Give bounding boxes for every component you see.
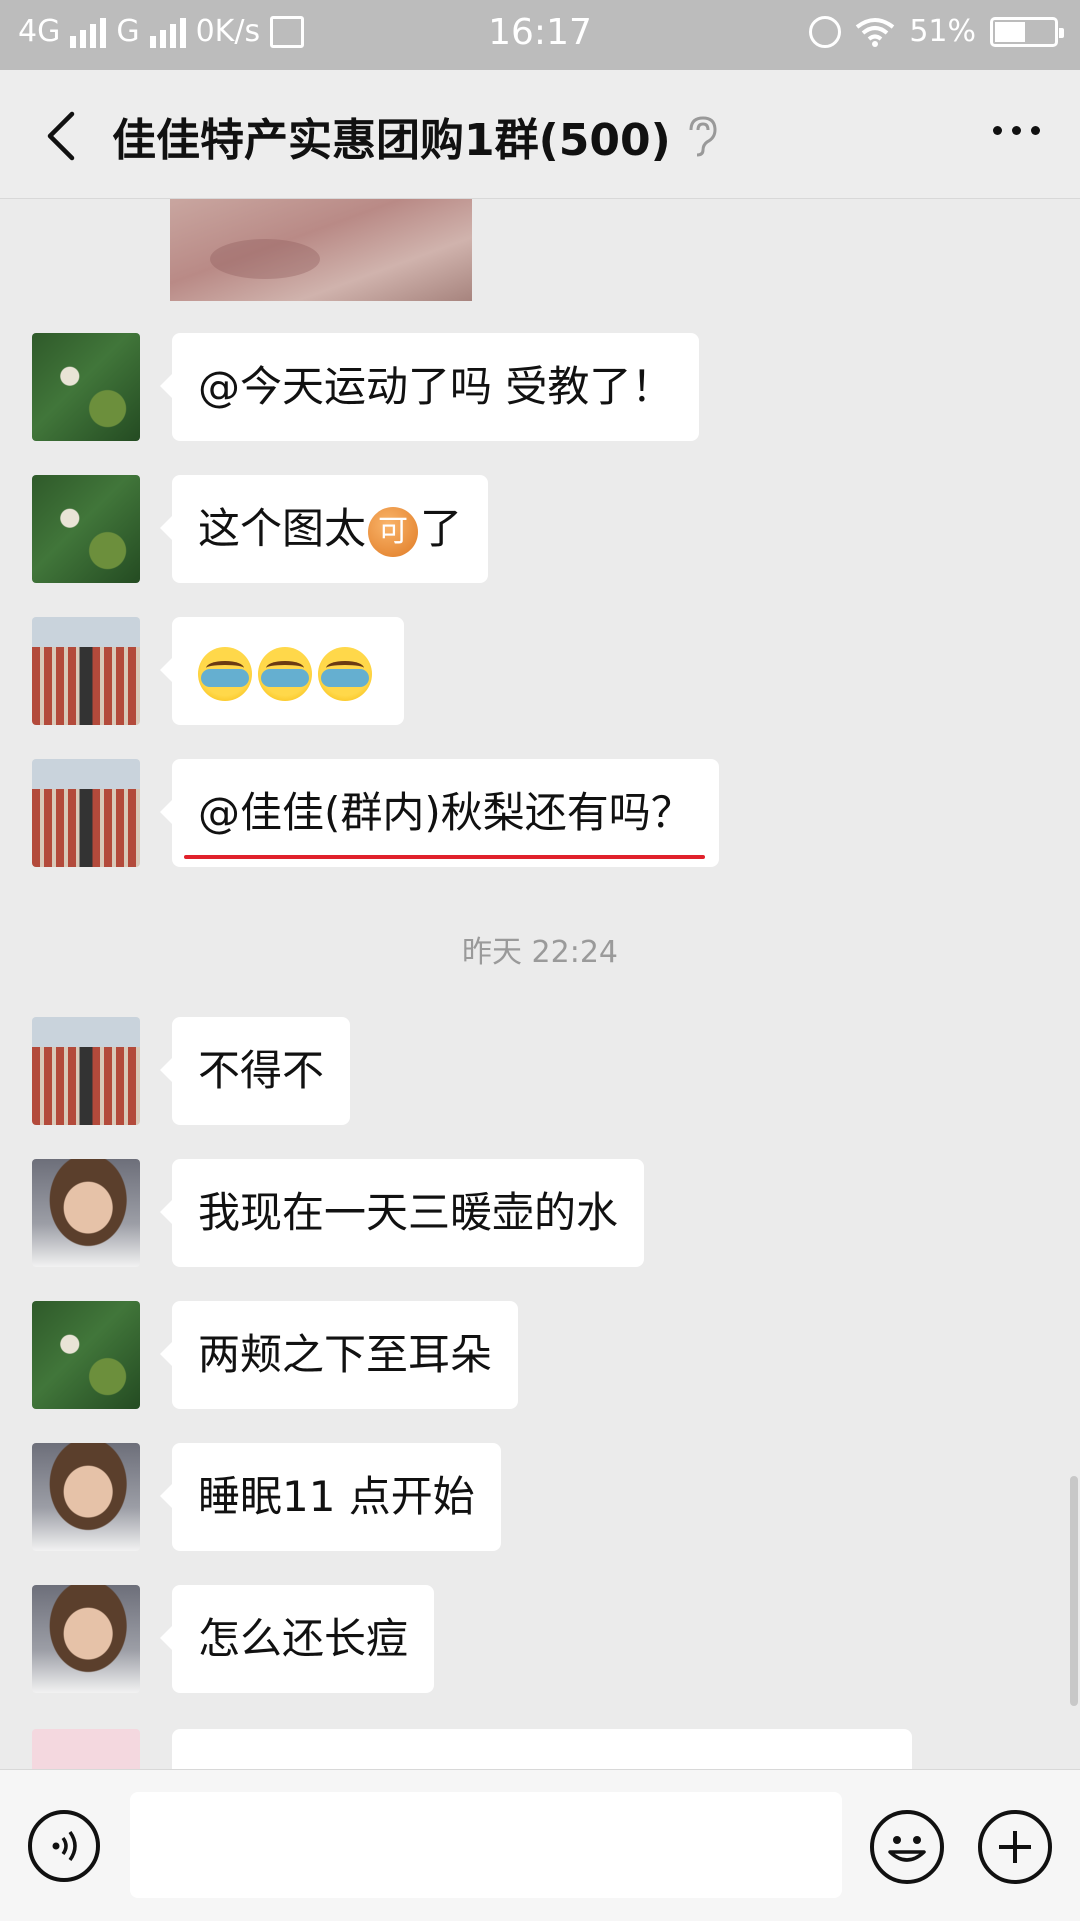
message-text: 不得不 bbox=[198, 1046, 325, 1095]
message-bubble[interactable]: 怎么还长痘 bbox=[159, 1585, 435, 1693]
avatar[interactable] bbox=[32, 1585, 140, 1693]
title-wrap: 佳佳特产实惠团购1群(500) bbox=[112, 104, 719, 168]
back-arrow-icon[interactable] bbox=[36, 106, 86, 166]
avatar[interactable] bbox=[32, 475, 140, 583]
alarm-icon bbox=[809, 15, 842, 48]
message-text: 两颊之下至耳朵 bbox=[198, 1330, 493, 1379]
avatar[interactable] bbox=[32, 333, 140, 441]
message-text: 我现在一天三暖壶的水 bbox=[198, 1188, 619, 1237]
message-text-after: 了 bbox=[420, 504, 463, 553]
chat-title: 佳佳特产实惠团购1群(500) bbox=[112, 115, 671, 166]
shared-image-message[interactable] bbox=[170, 199, 472, 301]
plus-icon[interactable] bbox=[978, 1810, 1052, 1884]
voice-input-icon[interactable] bbox=[28, 1810, 100, 1882]
emoji-icon[interactable] bbox=[870, 1810, 944, 1884]
scrollbar[interactable] bbox=[1070, 1476, 1078, 1706]
red-underline-annotation bbox=[184, 855, 705, 859]
message-bubble[interactable] bbox=[160, 617, 404, 725]
battery-fill bbox=[995, 21, 1025, 42]
status-bar: 4G G 0K/s 16:17 51% bbox=[0, 0, 1080, 70]
message-text: @今天运动了吗 受教了！ bbox=[198, 362, 674, 411]
chat-header: 佳佳特产实惠团购1群(500) bbox=[0, 70, 1080, 199]
battery-percent: 51% bbox=[909, 14, 976, 49]
avatar[interactable] bbox=[32, 1159, 140, 1267]
avatar[interactable] bbox=[32, 1301, 140, 1409]
crying-laughing-emoji-icon bbox=[318, 646, 372, 701]
message-list[interactable]: @今天运动了吗 受教了！ 这个图太可了 @佳佳(群内)秋梨还有吗？ 昨天 22:… bbox=[0, 199, 1080, 1769]
message-bubble[interactable]: @佳佳(群内)秋梨还有吗？ bbox=[160, 759, 719, 867]
message-bubble[interactable]: 两颊之下至耳朵 bbox=[159, 1301, 519, 1409]
message-text: 怎么还长痘 bbox=[198, 1614, 409, 1663]
avatar[interactable] bbox=[32, 759, 140, 867]
input-bar bbox=[0, 1769, 1080, 1921]
message-text: @佳佳(群内)秋梨还有吗？ bbox=[198, 788, 693, 837]
avatar[interactable] bbox=[32, 617, 140, 725]
avatar[interactable] bbox=[32, 1017, 140, 1125]
message-bubble[interactable]: @今天运动了吗 受教了！ bbox=[159, 333, 700, 441]
message-text: 这个图太 bbox=[198, 504, 367, 553]
avatar[interactable] bbox=[32, 1729, 140, 1769]
status-right: 51% bbox=[809, 14, 1064, 49]
message-text: 睡眠11 点开始 bbox=[198, 1472, 475, 1521]
avatar[interactable] bbox=[32, 1443, 140, 1551]
message-bubble[interactable]: 睡眠11 点开始 bbox=[160, 1443, 501, 1551]
timestamp: 昨天 22:24 bbox=[462, 935, 618, 970]
crying-laughing-emoji-icon bbox=[198, 646, 252, 701]
wifi-icon bbox=[856, 17, 895, 47]
battery-icon bbox=[990, 16, 1064, 47]
message-bubble-partial[interactable] bbox=[172, 1729, 912, 1769]
crying-laughing-emoji-icon bbox=[258, 646, 312, 701]
message-input[interactable] bbox=[130, 1792, 842, 1898]
more-options-icon[interactable] bbox=[993, 126, 1040, 135]
message-bubble[interactable]: 不得不 bbox=[159, 1017, 351, 1125]
message-bubble[interactable]: 这个图太可了 bbox=[159, 475, 489, 583]
message-bubble[interactable]: 我现在一天三暖壶的水 bbox=[159, 1159, 645, 1267]
ke-emoji-icon: 可 bbox=[368, 506, 419, 557]
ear-icon bbox=[689, 116, 717, 157]
